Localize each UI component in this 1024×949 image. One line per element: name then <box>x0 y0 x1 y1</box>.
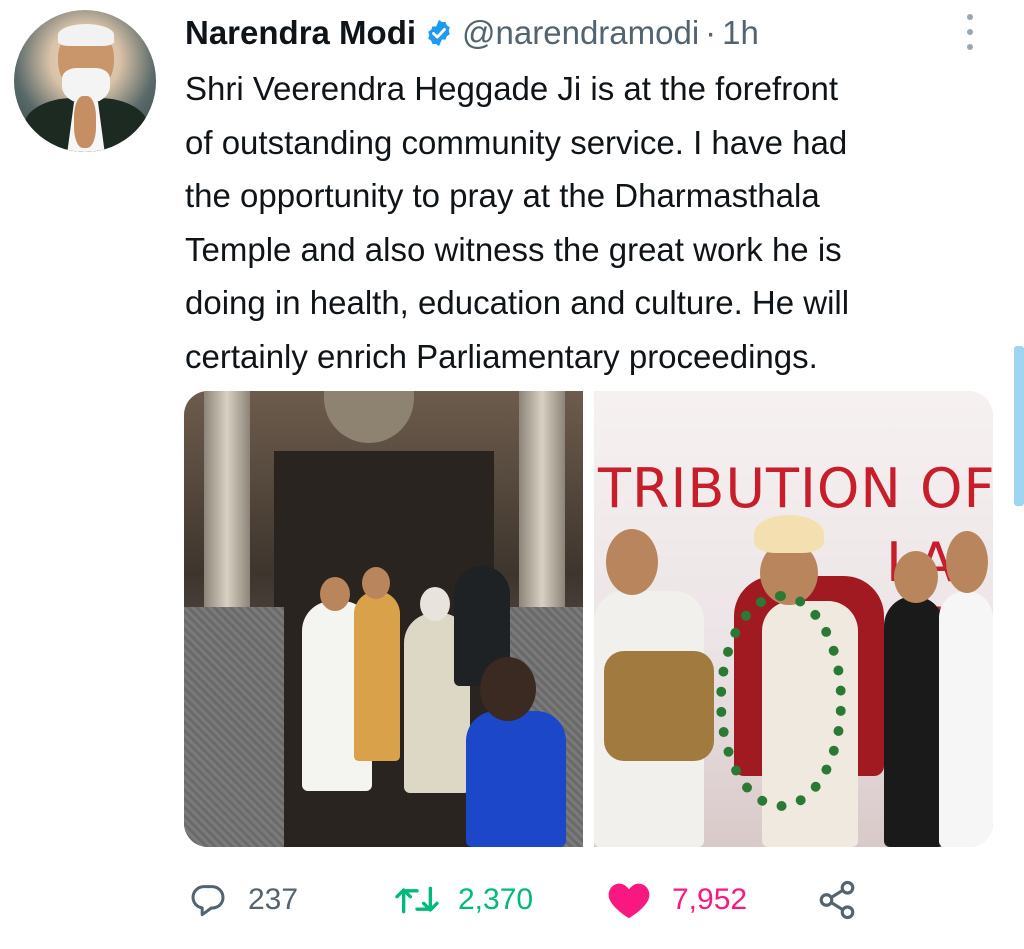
tweet-text-line: Temple and also witness the great work h… <box>185 230 842 268</box>
reply-icon <box>191 885 225 917</box>
person-head <box>362 567 390 599</box>
reply-button[interactable]: 237 <box>188 860 298 940</box>
author-avatar[interactable] <box>14 10 156 152</box>
author-name[interactable]: Narendra Modi <box>185 14 416 52</box>
heart-icon <box>608 883 650 919</box>
scrollbar-thumb[interactable] <box>1014 346 1024 506</box>
person-saffron <box>354 591 400 761</box>
tweet-text-line: doing in health, education and culture. … <box>185 284 850 321</box>
tweet-text: Shri Veerendra Heggade Ji is at the fore… <box>185 62 1005 383</box>
verified-badge-icon <box>428 19 450 47</box>
stone-wall-left <box>184 607 284 847</box>
photo-felicitation[interactable]: TRIBUTION OF LA ME <box>594 391 993 847</box>
tweet-text-line: the opportunity to pray at the Dharmasth… <box>185 177 820 214</box>
person-head <box>480 657 536 721</box>
tweet-media: TRIBUTION OF LA ME <box>184 391 993 847</box>
header-separator: · <box>705 14 717 51</box>
banner-line-1: TRIBUTION OF <box>598 457 993 520</box>
more-dot <box>967 44 973 50</box>
tweet-header: Narendra Modi @narendramodi · 1h <box>185 10 759 56</box>
like-button[interactable]: 7,952 <box>606 860 747 940</box>
like-count: 7,952 <box>672 883 748 916</box>
person-head <box>894 551 938 603</box>
tweet-text-line: Shri Veerendra Heggade Ji is at the fore… <box>185 70 839 107</box>
turban <box>754 515 824 553</box>
avatar-hands <box>74 96 96 148</box>
share-button[interactable] <box>816 860 858 940</box>
person-blue <box>466 711 566 847</box>
retweet-icon <box>395 886 439 914</box>
more-dot <box>967 29 973 35</box>
more-vertical-icon[interactable] <box>956 12 984 52</box>
trophy-statue <box>604 651 714 761</box>
person-head <box>946 531 988 593</box>
tweet-actions: 237 2,370 7,952 <box>0 860 1024 940</box>
retweet-button[interactable]: 2,370 <box>392 860 533 940</box>
more-dot <box>967 14 973 20</box>
person-right <box>939 591 993 847</box>
author-handle[interactable]: @narendramodi <box>462 14 699 52</box>
garland <box>716 591 846 811</box>
photo-temple[interactable] <box>184 391 583 847</box>
tweet-text-line: certainly enrich Parliamentary proceedin… <box>185 337 818 375</box>
person-head <box>320 577 350 611</box>
person-head <box>420 587 450 621</box>
tweet-text-line: of outstanding community service. I have… <box>185 123 848 161</box>
retweet-count: 2,370 <box>458 883 534 916</box>
share-icon <box>819 880 855 920</box>
person-dark-suit <box>884 596 944 847</box>
avatar-hair <box>58 24 114 46</box>
person-head <box>606 529 658 595</box>
reply-count: 237 <box>248 883 299 916</box>
tweet-timestamp[interactable]: 1h <box>722 14 759 52</box>
temple-bell <box>324 391 414 443</box>
